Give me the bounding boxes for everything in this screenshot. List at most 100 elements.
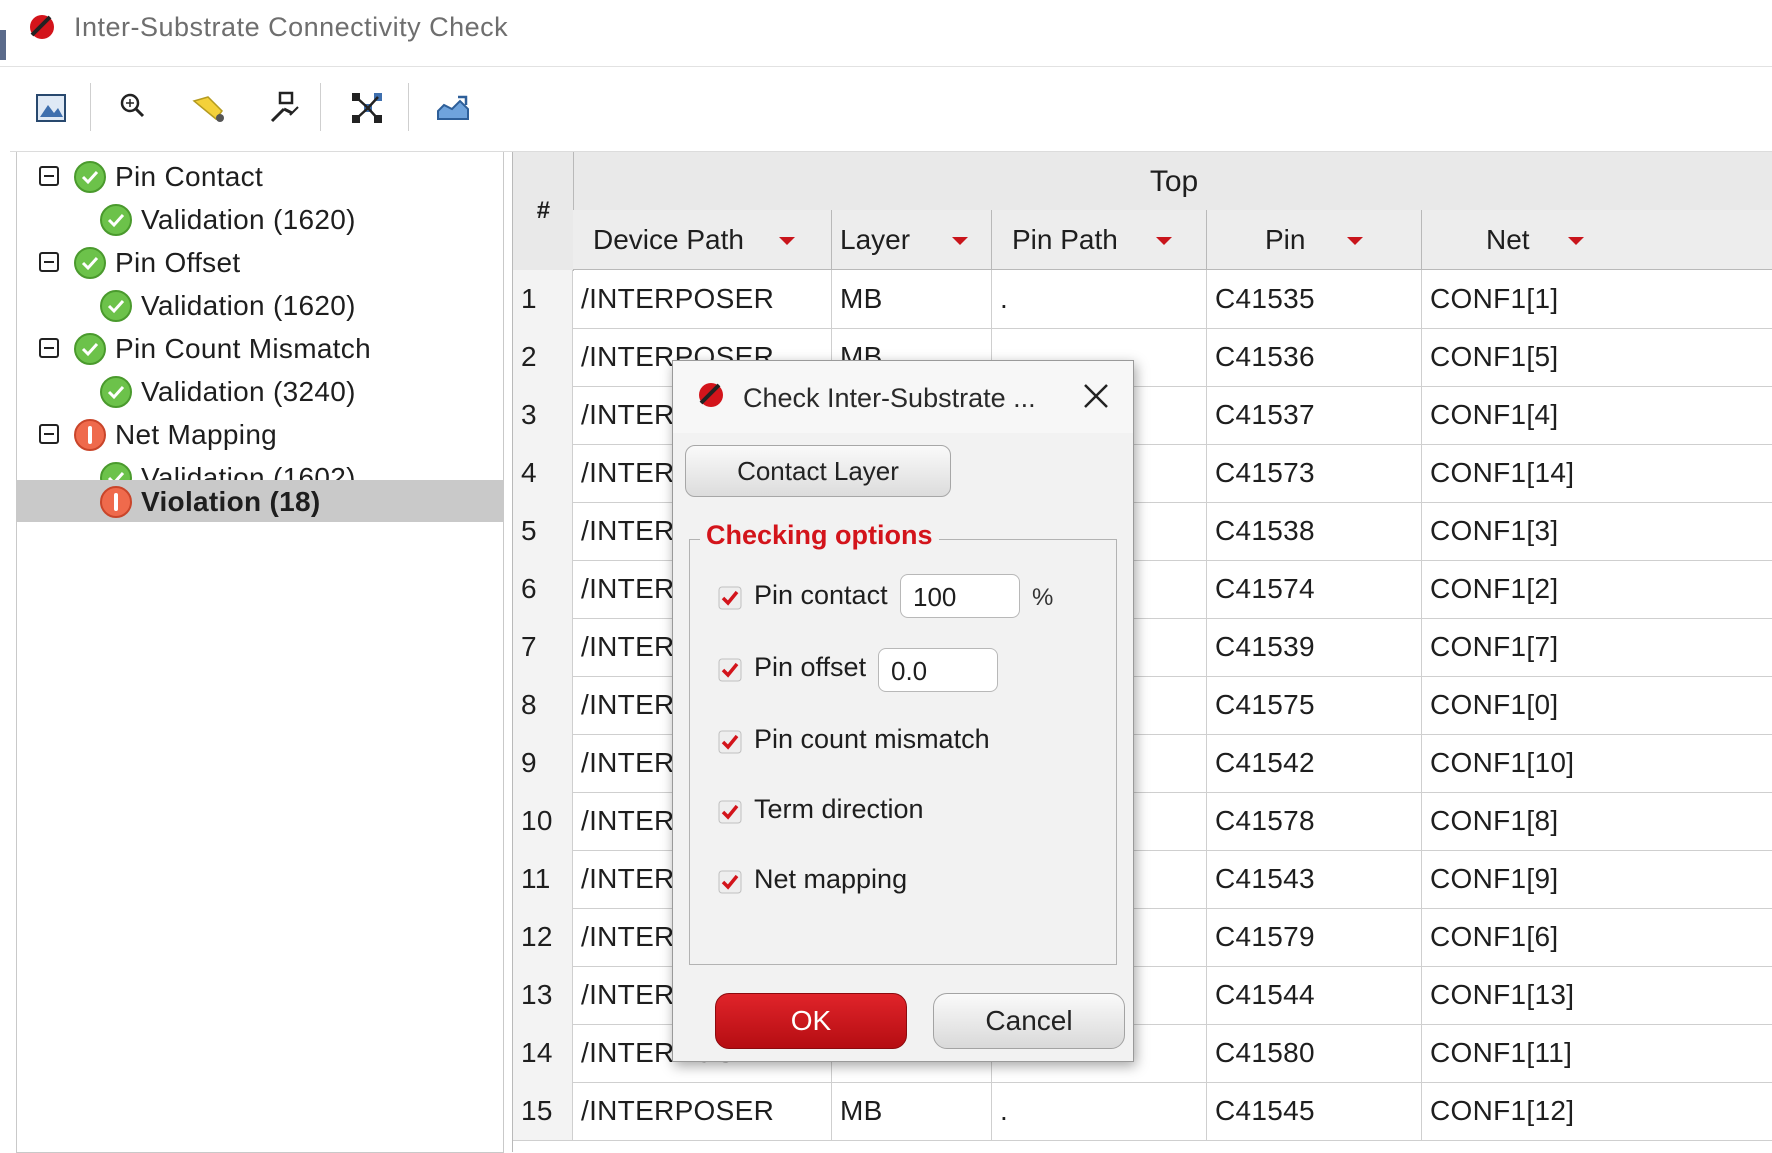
app-logo-icon <box>30 15 54 39</box>
ok-button[interactable]: OK <box>715 993 907 1049</box>
pin-contact-label: Pin contact <box>754 580 888 610</box>
pin-cell: C41544 <box>1207 966 1422 1024</box>
column-header-label: Layer <box>840 224 911 255</box>
term-direction-label: Term direction <box>754 794 924 824</box>
column-header-pin-path[interactable]: Pin Path <box>992 210 1207 270</box>
tree-node-net-mapping[interactable]: Net Mapping <box>17 410 503 458</box>
net-cell: CONF1[8] <box>1422 792 1772 850</box>
pin-cell: C41536 <box>1207 328 1422 386</box>
pin-count-mismatch-checkbox[interactable] <box>718 730 742 754</box>
layer-cell: MB <box>832 1082 992 1140</box>
layer-cell: MB <box>832 270 992 328</box>
net-cell: CONF1[14] <box>1422 444 1772 502</box>
dialog-title: Check Inter-Substrate ... <box>743 383 1036 413</box>
tree-node-validation[interactable]: Validation (3240) <box>17 367 503 415</box>
net-mapping-checkbox[interactable] <box>718 870 742 894</box>
pin-offset-input[interactable]: 0.0 <box>878 648 998 692</box>
window-title: Inter-Substrate Connectivity Check <box>74 12 509 42</box>
highlight-icon <box>192 96 224 122</box>
index-column-header[interactable]: # <box>513 152 574 271</box>
dialog-titlebar[interactable]: Check Inter-Substrate ... <box>673 361 1133 433</box>
sort-dropdown-icon[interactable] <box>1156 237 1172 245</box>
pin-contact-option: Pin contact 100 % <box>718 574 1118 618</box>
device-path-cell: /INTERPOSER <box>573 270 832 328</box>
row-index-cell: 14 <box>513 1024 573 1082</box>
tree-node-pin-offset[interactable]: Pin Offset <box>17 238 503 286</box>
pin-cell: C41573 <box>1207 444 1422 502</box>
window-titlebar: Inter-Substrate Connectivity Check <box>0 0 1772 67</box>
percent-unit: % <box>1032 584 1054 611</box>
network-button[interactable] <box>344 85 390 131</box>
net-cell: CONF1[11] <box>1422 1024 1772 1082</box>
net-cell: CONF1[12] <box>1422 1082 1772 1140</box>
table-row[interactable]: 15/INTERPOSER MB. C41545 CONF1[12] <box>513 1082 1772 1141</box>
image-icon <box>36 94 66 122</box>
pin-cell: C41579 <box>1207 908 1422 966</box>
pin-path-cell: . <box>992 270 1207 328</box>
column-header-net[interactable]: Net <box>1422 210 1772 270</box>
probe-icon <box>270 91 299 123</box>
row-index-cell: 9 <box>513 734 573 792</box>
pin-offset-checkbox[interactable] <box>718 658 742 682</box>
pass-icon <box>100 376 132 408</box>
net-cell: CONF1[2] <box>1422 560 1772 618</box>
image-view-button[interactable] <box>28 85 74 131</box>
pin-cell: C41535 <box>1207 270 1422 328</box>
pin-contact-input[interactable]: 100 <box>900 574 1020 618</box>
table-row[interactable]: 1/INTERPOSER MB. C41535 CONF1[1] <box>513 270 1772 329</box>
tree-node-validation[interactable]: Validation (1620) <box>17 195 503 243</box>
tree-label: Pin Offset <box>115 247 241 278</box>
row-index-cell: 4 <box>513 444 573 502</box>
tree-label: Validation (1620) <box>141 204 356 235</box>
pin-cell: C41543 <box>1207 850 1422 908</box>
tree-node-pin-count-mismatch[interactable]: Pin Count Mismatch <box>17 324 503 372</box>
column-header-label: Pin Path <box>1012 224 1118 255</box>
cancel-button[interactable]: Cancel <box>933 993 1125 1049</box>
pin-contact-checkbox[interactable] <box>718 586 742 610</box>
sort-dropdown-icon[interactable] <box>1568 237 1584 245</box>
fail-icon <box>74 419 106 451</box>
row-index-cell: 1 <box>513 270 573 328</box>
row-index-cell: 11 <box>513 850 573 908</box>
probe-button[interactable] <box>262 85 308 131</box>
pin-cell: C41574 <box>1207 560 1422 618</box>
export-button[interactable] <box>430 85 476 131</box>
row-index-cell: 6 <box>513 560 573 618</box>
contact-layer-button[interactable]: Contact Layer <box>685 445 951 497</box>
collapse-icon[interactable] <box>39 338 59 358</box>
sort-dropdown-icon[interactable] <box>952 237 968 245</box>
tree-node-violation[interactable]: Violation (18) <box>17 480 503 522</box>
toolbar <box>10 67 1772 152</box>
sort-dropdown-icon[interactable] <box>1347 237 1363 245</box>
checking-options-legend: Checking options <box>700 520 939 551</box>
column-header-pin[interactable]: Pin <box>1207 210 1422 270</box>
term-direction-checkbox[interactable] <box>718 800 742 824</box>
pin-count-mismatch-option: Pin count mismatch <box>718 722 1118 762</box>
collapse-icon[interactable] <box>39 424 59 444</box>
check-options-dialog: Check Inter-Substrate ... Contact Layer … <box>672 360 1134 1062</box>
highlight-button[interactable] <box>186 85 232 131</box>
pin-cell: C41538 <box>1207 502 1422 560</box>
pass-icon <box>74 247 106 279</box>
collapse-icon[interactable] <box>39 252 59 272</box>
net-cell: CONF1[0] <box>1422 676 1772 734</box>
tree-node-pin-contact[interactable]: Pin Contact <box>17 152 503 200</box>
row-index-cell: 2 <box>513 328 573 386</box>
pin-count-mismatch-label: Pin count mismatch <box>754 724 990 754</box>
tree-label: Validation (3240) <box>141 376 356 407</box>
row-index-cell: 3 <box>513 386 573 444</box>
toolbar-separator <box>320 83 321 131</box>
column-header-label: Net <box>1486 224 1530 255</box>
pass-icon <box>100 290 132 322</box>
sort-dropdown-icon[interactable] <box>779 237 795 245</box>
column-header-layer[interactable]: Layer <box>832 210 992 270</box>
pin-cell: C41578 <box>1207 792 1422 850</box>
collapse-icon[interactable] <box>39 166 59 186</box>
column-header-device-path[interactable]: Device Path <box>573 210 832 270</box>
tree-node-validation[interactable]: Validation (1620) <box>17 281 503 329</box>
close-icon[interactable] <box>1079 379 1113 413</box>
zoom-button[interactable] <box>110 85 156 131</box>
row-index-cell: 5 <box>513 502 573 560</box>
net-cell: CONF1[5] <box>1422 328 1772 386</box>
tree-label: Violation (18) <box>141 486 321 517</box>
